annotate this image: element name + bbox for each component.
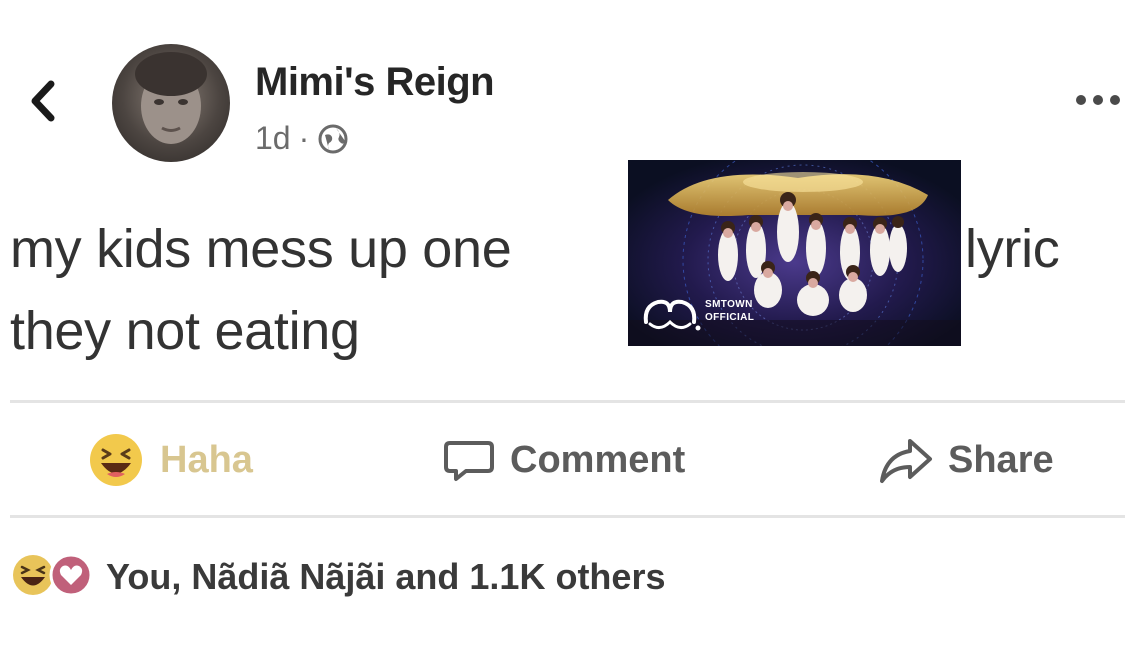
meta-separator: · — [298, 120, 310, 156]
channel-line1: SMTOWN — [705, 299, 753, 310]
post-text-line2: they not eating — [10, 301, 360, 361]
heart-icon — [48, 552, 94, 603]
post-text-end: lyric — [965, 219, 1060, 279]
avatar[interactable] — [112, 44, 230, 162]
channel-line2: OFFICIAL — [705, 312, 755, 323]
divider — [10, 515, 1125, 518]
haha-button[interactable]: Haha — [86, 430, 253, 490]
globe-icon — [317, 123, 349, 155]
post-text-start: my kids mess up one — [10, 219, 512, 279]
post-meta: 1d · — [255, 120, 349, 157]
divider — [10, 400, 1125, 403]
comment-label: Comment — [510, 438, 686, 481]
sm-logo-icon — [640, 292, 702, 334]
more-horizontal-icon — [1075, 93, 1121, 111]
video-channel-label: SMTOWN OFFICIAL — [705, 298, 754, 324]
more-options-button[interactable] — [1072, 82, 1124, 122]
reaction-icons — [10, 552, 94, 603]
share-arrow-icon — [878, 433, 934, 487]
comment-bubble-icon — [442, 433, 496, 487]
chevron-left-icon — [27, 79, 57, 128]
share-button[interactable]: Share — [878, 430, 1054, 490]
haha-emoji-icon — [86, 430, 146, 490]
haha-label: Haha — [160, 438, 253, 481]
reactions-summary[interactable]: You, Nãdiã Nãjãi and 1.1K others — [10, 552, 665, 602]
comment-button[interactable]: Comment — [442, 430, 685, 490]
back-button[interactable] — [22, 78, 62, 128]
share-label: Share — [948, 438, 1054, 481]
post-time[interactable]: 1d — [255, 120, 291, 157]
author-name[interactable]: Mimi's Reign — [255, 60, 495, 105]
reactions-summary-text: You, Nãdiã Nãjãi and 1.1K others — [106, 556, 666, 597]
